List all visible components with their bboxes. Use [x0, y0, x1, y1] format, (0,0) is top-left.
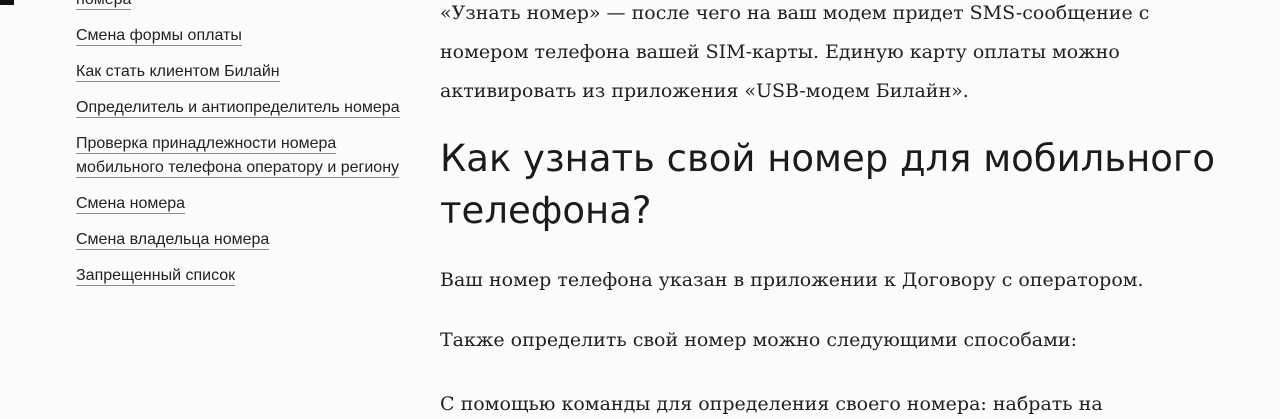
sidebar-item-payment-form[interactable]: Смена формы оплаты [76, 24, 416, 48]
section-heading: Как узнать свой номер для мобильного тел… [440, 137, 1215, 232]
sidebar-item-label: Смена владельца номера [76, 231, 270, 250]
sidebar-item-blacklist[interactable]: Запрещенный список [76, 264, 416, 288]
intro-line-1: «Узнать номер» — после чего на ваш модем… [440, 2, 1150, 24]
sidebar-nav: номера Смена формы оплаты Как стать клие… [76, 0, 416, 300]
sidebar-item-label: Смена номера [76, 195, 186, 214]
paragraph-command: С помощью команды для определения своего… [440, 393, 1103, 415]
sidebar-item-number-check[interactable]: Проверка принадлежности номера мобильног… [76, 132, 416, 180]
sidebar-item-caller-id[interactable]: Определитель и антиопределитель номера [76, 96, 416, 120]
sidebar-item-label: Как стать клиентом Билайн [76, 63, 280, 82]
sidebar-item-become-client[interactable]: Как стать клиентом Билайн [76, 60, 416, 84]
corner-mark [0, 0, 14, 5]
sidebar-item-change-number[interactable]: Смена номера [76, 192, 416, 216]
paragraph-methods: Также определить свой номер можно следую… [440, 329, 1077, 351]
sidebar-item-label: номера [76, 0, 132, 10]
article-content: «Узнать номер» — после чего на ваш модем… [440, 0, 1220, 419]
sidebar-item-number-cont[interactable]: номера [76, 0, 416, 12]
intro-line-2: номером телефона вашей SIM-карты. Единую… [440, 41, 1120, 63]
sidebar-item-label: Проверка принадлежности номера мобильног… [76, 135, 400, 178]
sidebar-item-change-owner[interactable]: Смена владельца номера [76, 228, 416, 252]
sidebar-item-label: Смена формы оплаты [76, 27, 242, 46]
intro-paragraph: «Узнать номер» — после чего на ваш модем… [440, 0, 1220, 111]
sidebar-item-label: Определитель и антиопределитель номера [76, 99, 400, 118]
sidebar-item-label: Запрещенный список [76, 267, 236, 286]
paragraph-contract: Ваш номер телефона указан в приложении к… [440, 269, 1144, 291]
intro-line-3: активировать из приложения «USB-модем Би… [440, 80, 969, 102]
